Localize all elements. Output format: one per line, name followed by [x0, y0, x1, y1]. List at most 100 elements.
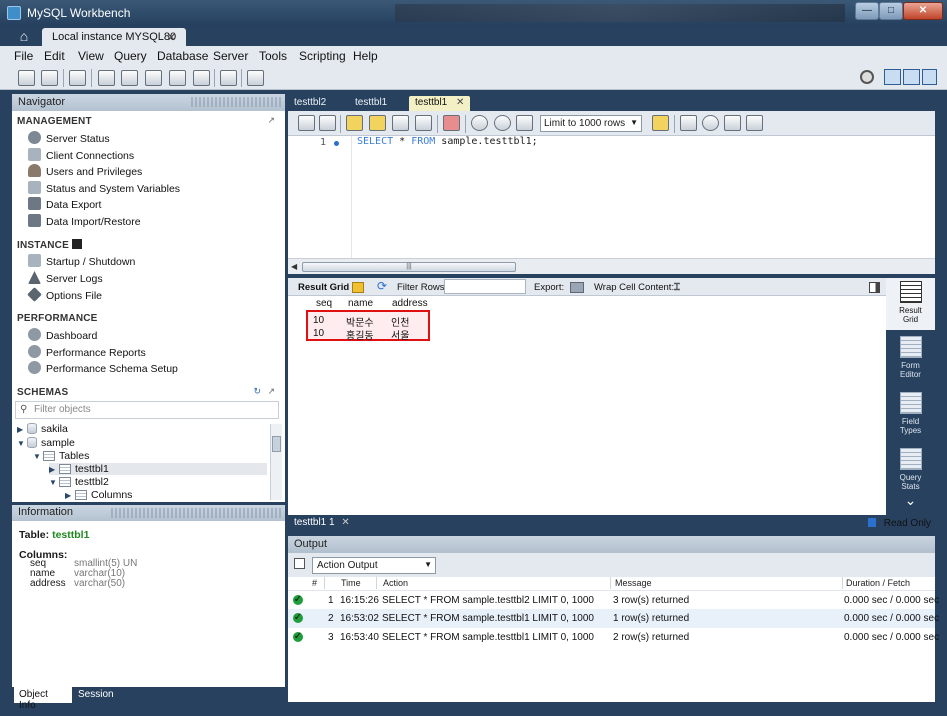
- export-icon[interactable]: [570, 282, 584, 293]
- stop-icon[interactable]: [415, 115, 432, 131]
- limit-rows-select[interactable]: Limit to 1000 rows ▼: [540, 115, 642, 132]
- save-icon[interactable]: [319, 115, 336, 131]
- nav-users-privileges[interactable]: Users and Privileges: [28, 164, 142, 180]
- create-function-icon[interactable]: [193, 70, 210, 86]
- menu-server[interactable]: Server: [213, 49, 248, 63]
- grid-header-name[interactable]: name: [348, 298, 373, 309]
- expand-arrow-icon[interactable]: ▶: [17, 425, 27, 434]
- nav-server-logs[interactable]: Server Logs: [28, 271, 103, 287]
- menu-query[interactable]: Query: [114, 49, 147, 63]
- output-header-time[interactable]: Time: [341, 578, 361, 588]
- tab-session[interactable]: Session: [78, 689, 114, 700]
- schema-sakila[interactable]: ▶ sakila: [17, 423, 68, 435]
- add-snippet-icon[interactable]: [652, 115, 669, 131]
- tree-table-testtbl2[interactable]: ▼ testtbl2: [49, 476, 109, 488]
- create-procedure-icon[interactable]: [169, 70, 186, 86]
- tree-columns[interactable]: ▶ Columns: [65, 489, 132, 501]
- reconnect-icon[interactable]: [247, 70, 264, 86]
- commit-icon[interactable]: [471, 115, 488, 131]
- filter-rows-input[interactable]: [444, 279, 526, 294]
- sql-text[interactable]: SELECT * FROM sample.testtbl1;: [357, 136, 538, 147]
- expand-arrow-icon[interactable]: ▶: [65, 491, 75, 500]
- refresh-icon[interactable]: ↻: [253, 386, 261, 397]
- menu-help[interactable]: Help: [353, 49, 378, 63]
- find-icon[interactable]: [702, 115, 719, 131]
- nav-server-status[interactable]: Server Status: [28, 131, 110, 147]
- grid-cell[interactable]: 서울: [391, 327, 409, 342]
- open-sql-script-icon[interactable]: [41, 70, 58, 86]
- tab-object-info[interactable]: Object Info: [14, 687, 72, 711]
- copy-icon[interactable]: [294, 558, 305, 569]
- output-header-duration[interactable]: Duration / Fetch: [846, 578, 910, 588]
- open-file-icon[interactable]: [298, 115, 315, 131]
- word-wrap-icon[interactable]: [746, 115, 763, 131]
- tab-testtbl1-active[interactable]: testtbl1 ✕: [409, 96, 471, 111]
- editor-hscrollbar[interactable]: ◀ |||: [288, 258, 935, 274]
- beautify-icon[interactable]: [680, 115, 697, 131]
- collapse-arrow-icon[interactable]: ▼: [49, 478, 59, 487]
- nav-client-connections[interactable]: Client Connections: [28, 148, 134, 164]
- menu-tools[interactable]: Tools: [259, 49, 287, 63]
- nav-performance-reports[interactable]: Performance Reports: [28, 345, 146, 361]
- result-tab[interactable]: testtbl1 1 ✕: [294, 517, 350, 528]
- scroll-thumb[interactable]: [272, 436, 281, 452]
- scroll-thumb[interactable]: |||: [302, 262, 516, 272]
- output-header-action[interactable]: Action: [383, 578, 408, 588]
- menu-scripting[interactable]: Scripting: [299, 49, 346, 63]
- nav-data-export[interactable]: Data Export: [28, 197, 101, 213]
- explain-icon[interactable]: [392, 115, 409, 131]
- grid-cell[interactable]: 홍길동: [346, 327, 374, 342]
- nav-status-variables[interactable]: Status and System Variables: [28, 181, 180, 197]
- menu-file[interactable]: File: [14, 49, 33, 63]
- search-table-data-icon[interactable]: [220, 70, 237, 86]
- expand-arrow-icon[interactable]: ▶: [49, 465, 59, 474]
- invisible-chars-icon[interactable]: [724, 115, 741, 131]
- grid-cell[interactable]: 10: [313, 328, 324, 339]
- close-tab-icon[interactable]: ✕: [341, 517, 349, 528]
- output-row[interactable]: ✓ 3 16:53:40 SELECT * FROM sample.testtb…: [288, 628, 939, 647]
- grid-header-seq[interactable]: seq: [316, 298, 332, 309]
- tree-table-testtbl1[interactable]: ▶ testtbl1: [49, 463, 267, 475]
- expand-icon[interactable]: ↗: [267, 115, 275, 126]
- nav-startup-shutdown[interactable]: Startup / Shutdown: [28, 254, 135, 270]
- create-table-icon[interactable]: [121, 70, 138, 86]
- grid-cell[interactable]: 10: [313, 315, 324, 326]
- create-schema-icon[interactable]: [98, 70, 115, 86]
- new-sql-tab-icon[interactable]: [18, 70, 35, 86]
- inspector-icon[interactable]: [69, 70, 86, 86]
- toggle-output-icon[interactable]: [903, 69, 920, 85]
- scroll-down-icon[interactable]: ⌄: [886, 493, 935, 507]
- field-types-button[interactable]: Field Types: [886, 392, 935, 435]
- output-header-message[interactable]: Message: [615, 578, 652, 588]
- connection-tab[interactable]: Local instance MYSQL80 ✕: [42, 28, 186, 46]
- grid-header-address[interactable]: address: [392, 298, 428, 309]
- wrap-cell-icon[interactable]: Ꮖ: [674, 282, 680, 293]
- nav-dashboard[interactable]: Dashboard: [28, 328, 97, 344]
- toggle-sidebar-icon[interactable]: [884, 69, 901, 85]
- menu-edit[interactable]: Edit: [44, 49, 65, 63]
- schema-sample[interactable]: ▼ sample: [17, 437, 75, 449]
- execute-icon[interactable]: [346, 115, 363, 131]
- form-editor-button[interactable]: Form Editor: [886, 336, 935, 379]
- toggle-error-stop-icon[interactable]: [443, 115, 460, 131]
- tree-scrollbar[interactable]: [270, 424, 282, 500]
- output-header-number[interactable]: #: [312, 578, 317, 588]
- expand-icon[interactable]: ↗: [267, 386, 275, 397]
- tree-tables[interactable]: ▼ Tables: [33, 450, 89, 462]
- collapse-arrow-icon[interactable]: ▼: [33, 452, 43, 461]
- execute-current-icon[interactable]: [369, 115, 386, 131]
- preferences-icon[interactable]: [860, 70, 874, 84]
- toggle-panel-icon[interactable]: [869, 282, 880, 293]
- grid-icon[interactable]: [352, 282, 364, 293]
- autocommit-icon[interactable]: [516, 115, 533, 131]
- result-grid-button[interactable]: Result Grid: [886, 278, 935, 330]
- create-view-icon[interactable]: [145, 70, 162, 86]
- output-row[interactable]: ✓ 2 16:53:02 SELECT * FROM sample.testtb…: [288, 609, 939, 628]
- tab-testtbl2[interactable]: testtbl2: [288, 96, 332, 111]
- close-tab-icon[interactable]: ✕: [167, 31, 176, 44]
- sql-editor[interactable]: 1 SELECT * FROM sample.testtbl1;: [288, 136, 935, 258]
- scroll-left-icon[interactable]: ◀: [291, 262, 297, 271]
- maximize-button[interactable]: □: [879, 2, 903, 20]
- menu-view[interactable]: View: [78, 49, 104, 63]
- output-type-select[interactable]: Action Output ▼: [312, 557, 436, 574]
